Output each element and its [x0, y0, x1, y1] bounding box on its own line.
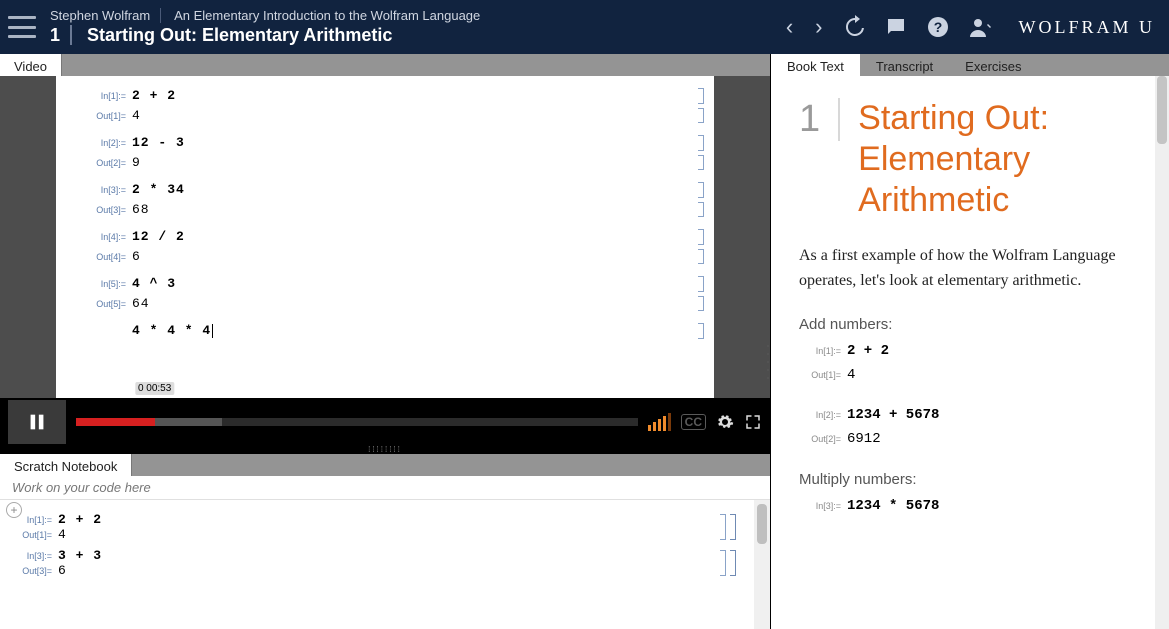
volume-icon[interactable]	[648, 413, 671, 431]
header-icons: ‹ › ? WOLFRAM U	[784, 14, 1155, 40]
tab-book-text[interactable]: Book Text	[771, 54, 860, 76]
book-intro: As a first example of how the Wolfram La…	[799, 244, 1141, 294]
svg-text:?: ?	[934, 19, 943, 35]
column-divider[interactable]	[765, 342, 771, 382]
chat-icon[interactable]	[884, 15, 908, 39]
menu-icon[interactable]	[8, 16, 36, 38]
scratch-scrollbar[interactable]	[754, 500, 770, 629]
right-tab-bar: Book Text Transcript Exercises	[771, 54, 1169, 76]
cc-button[interactable]: CC	[681, 414, 706, 430]
right-column: Book Text Transcript Exercises 1 Startin…	[770, 54, 1169, 629]
left-column: Video In[1]:=2 + 2 Out[1]=4 In[2]:=12 - …	[0, 54, 770, 629]
scratch-section: Scratch Notebook Work on your code here …	[0, 454, 770, 629]
header-titles: Stephen Wolfram An Elementary Introducti…	[50, 8, 480, 46]
chapter-number: 1	[50, 25, 72, 45]
nb-output: 4	[132, 106, 141, 126]
book-title: An Elementary Introduction to the Wolfra…	[174, 8, 480, 23]
author-name: Stephen Wolfram	[50, 8, 161, 23]
scratch-tab-bar: Scratch Notebook	[0, 454, 770, 476]
nav-next-icon[interactable]: ›	[813, 14, 824, 40]
video-tab-bar: Video	[0, 54, 770, 76]
book-mul-label: Multiply numbers:	[799, 471, 1141, 488]
video-controls: 0 00:53 CC	[0, 398, 770, 446]
video-body: In[1]:=2 + 2 Out[1]=4 In[2]:=12 - 3 Out[…	[0, 76, 770, 398]
fullscreen-icon[interactable]	[744, 413, 762, 431]
nb-cursor-line: 4 * 4 * 4	[132, 321, 213, 341]
pause-button[interactable]	[8, 400, 66, 444]
tab-transcript[interactable]: Transcript	[860, 54, 949, 76]
help-icon[interactable]: ?	[926, 15, 950, 39]
book-chapter-title: Starting Out: Elementary Arithmetic	[858, 98, 1141, 220]
book-add-label: Add numbers:	[799, 316, 1141, 333]
app-header: Stephen Wolfram An Elementary Introducti…	[0, 0, 1169, 54]
video-timeline[interactable]: 0 00:53	[76, 400, 638, 444]
nb-input: 2 + 2	[132, 86, 176, 106]
nav-prev-icon[interactable]: ‹	[784, 14, 795, 40]
brand-logo[interactable]: WOLFRAM U	[1018, 17, 1155, 38]
user-icon[interactable]	[968, 15, 992, 39]
chapter-title: Starting Out: Elementary Arithmetic	[87, 25, 392, 45]
scratch-notebook[interactable]: In[1]:=2 + 2 Out[1]=4 In[3]:=3 + 3 Out[3…	[0, 500, 754, 629]
row-divider[interactable]: ⁞⁞⁞⁞⁞⁞⁞⁞	[0, 446, 770, 454]
scratch-hint: Work on your code here	[0, 476, 770, 500]
video-notebook: In[1]:=2 + 2 Out[1]=4 In[2]:=12 - 3 Out[…	[56, 76, 714, 398]
book-chapter-number: 1	[799, 98, 840, 141]
settings-icon[interactable]	[716, 413, 734, 431]
tab-scratch[interactable]: Scratch Notebook	[0, 454, 132, 476]
book-scrollbar[interactable]	[1155, 76, 1169, 629]
tab-video[interactable]: Video	[0, 54, 62, 76]
book-body: 1 Starting Out: Elementary Arithmetic As…	[771, 76, 1169, 629]
history-icon[interactable]	[842, 15, 866, 39]
video-section: Video In[1]:=2 + 2 Out[1]=4 In[2]:=12 - …	[0, 54, 770, 446]
tab-exercises[interactable]: Exercises	[949, 54, 1037, 76]
